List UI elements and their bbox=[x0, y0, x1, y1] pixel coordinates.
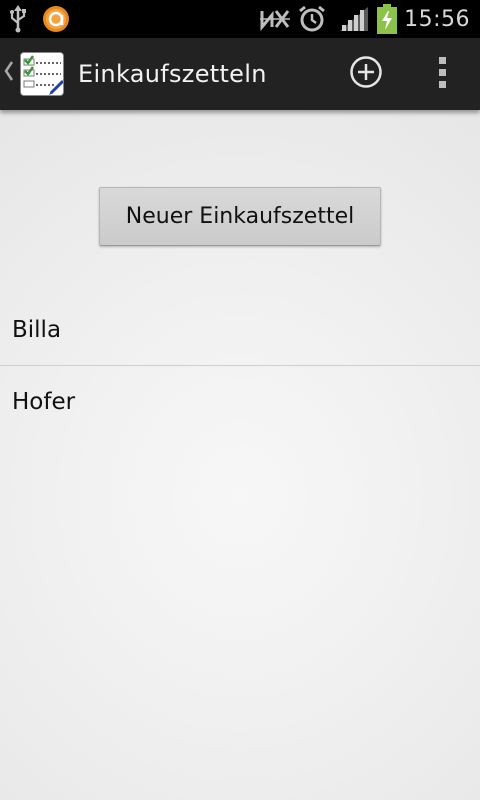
overflow-menu-icon bbox=[438, 55, 448, 93]
status-system-icons: 15:56 bbox=[258, 4, 480, 34]
status-time: 15:56 bbox=[404, 6, 470, 32]
new-shopping-list-button[interactable]: Neuer Einkaufszettel bbox=[99, 187, 381, 246]
status-notifications bbox=[0, 5, 70, 33]
list-item[interactable]: Hofer bbox=[0, 366, 480, 437]
up-navigation[interactable] bbox=[0, 38, 70, 110]
action-bar-title: Einkaufszetteln bbox=[78, 60, 267, 88]
main-content: Neuer Einkaufszettel Billa Hofer bbox=[0, 110, 480, 800]
overflow-menu-button[interactable] bbox=[406, 38, 480, 110]
list-item[interactable]: Billa bbox=[0, 294, 480, 365]
nfc-icon bbox=[258, 7, 292, 31]
chevron-left-icon bbox=[4, 60, 16, 88]
add-list-button[interactable] bbox=[326, 38, 406, 110]
signal-icon bbox=[338, 5, 370, 33]
shopping-lists: Billa Hofer bbox=[0, 294, 480, 437]
action-bar-actions bbox=[326, 38, 480, 110]
app-notification-icon bbox=[42, 5, 70, 33]
add-circle-icon bbox=[349, 55, 383, 93]
alarm-icon bbox=[298, 5, 326, 33]
action-bar: Einkaufszetteln bbox=[0, 38, 480, 110]
usb-icon bbox=[8, 5, 28, 33]
status-bar: 15:56 bbox=[0, 0, 480, 38]
shopping-list-app-icon bbox=[20, 52, 64, 96]
battery-charging-icon bbox=[376, 4, 398, 34]
